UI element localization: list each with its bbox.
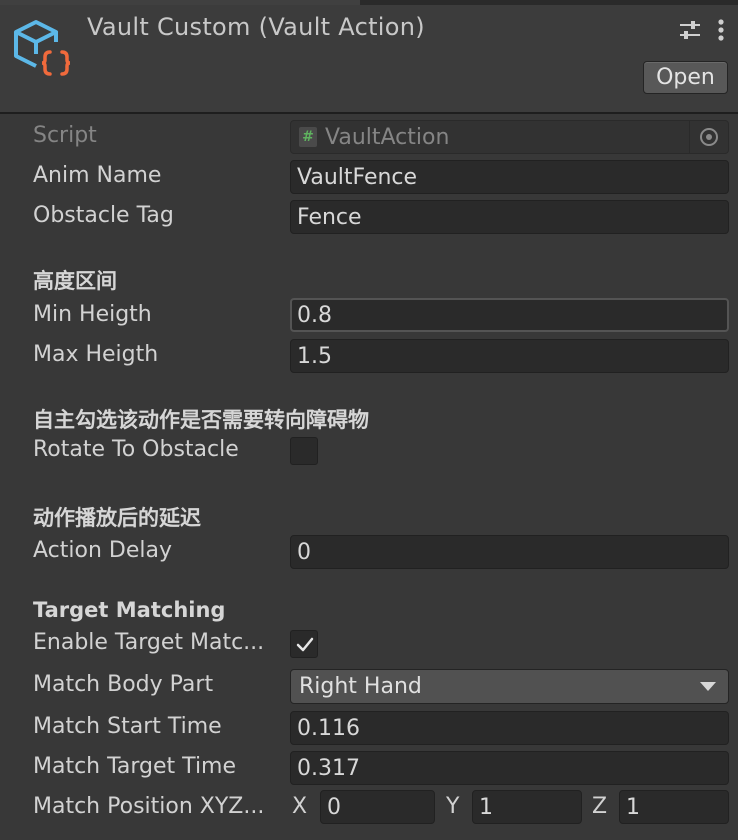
match-start-time-input[interactable]: 0.116 bbox=[290, 711, 729, 745]
max-height-input[interactable]: 1.5 bbox=[290, 339, 729, 373]
position-z-label[interactable]: Z bbox=[592, 794, 607, 819]
kebab-menu-icon[interactable] bbox=[714, 18, 728, 42]
position-y-label[interactable]: Y bbox=[446, 794, 459, 819]
enable-target-matching-checkbox[interactable] bbox=[290, 630, 318, 658]
rotate-to-obstacle-checkbox[interactable] bbox=[290, 437, 318, 465]
open-script-button[interactable]: Open bbox=[643, 61, 728, 94]
match-body-part-value: Right Hand bbox=[299, 674, 422, 699]
position-x-input[interactable]: 0 bbox=[320, 790, 435, 824]
obstacle-tag-input[interactable]: Fence bbox=[290, 200, 729, 234]
position-y-input[interactable]: 1 bbox=[472, 790, 582, 824]
min-height-label: Min Heigth bbox=[33, 302, 152, 327]
max-height-label: Max Heigth bbox=[33, 342, 159, 367]
script-value: VaultAction bbox=[325, 124, 450, 150]
position-x-label[interactable]: X bbox=[292, 794, 307, 819]
object-picker-icon[interactable] bbox=[689, 121, 728, 153]
checkmark-icon bbox=[296, 637, 314, 652]
csharp-script-icon: # bbox=[299, 127, 317, 147]
enable-target-matching-label: Enable Target Matc... bbox=[33, 630, 265, 655]
script-object-field[interactable]: # VaultAction bbox=[290, 120, 729, 154]
action-delay-section-header: 动作播放后的延迟 bbox=[33, 506, 201, 530]
rotate-section-header: 自主勾选该动作是否需要转向障碍物 bbox=[33, 408, 369, 432]
obstacle-tag-label: Obstacle Tag bbox=[33, 203, 174, 228]
action-delay-label: Action Delay bbox=[33, 538, 172, 563]
target-matching-header: Target Matching bbox=[33, 598, 226, 622]
match-target-time-input[interactable]: 0.317 bbox=[290, 751, 729, 785]
height-range-header: 高度区间 bbox=[33, 269, 117, 293]
match-body-part-dropdown[interactable]: Right Hand bbox=[290, 669, 729, 704]
rotate-to-obstacle-label: Rotate To Obstacle bbox=[33, 437, 239, 462]
min-height-input[interactable]: 0.8 bbox=[290, 298, 729, 332]
action-delay-input[interactable]: 0 bbox=[290, 535, 729, 569]
position-z-input[interactable]: 1 bbox=[619, 790, 729, 824]
match-position-label: Match Position XYZ... bbox=[33, 794, 265, 819]
match-body-part-label: Match Body Part bbox=[33, 672, 214, 697]
inspector-component-header: Vault Custom (Vault Action) Open bbox=[0, 0, 738, 114]
chevron-down-icon bbox=[700, 682, 716, 691]
match-target-time-label: Match Target Time bbox=[33, 754, 237, 779]
script-component-icon bbox=[14, 20, 71, 76]
component-title: Vault Custom (Vault Action) bbox=[87, 13, 425, 41]
anim-name-label: Anim Name bbox=[33, 163, 162, 188]
presets-icon[interactable] bbox=[678, 18, 702, 42]
anim-name-input[interactable]: VaultFence bbox=[290, 160, 729, 194]
script-label: Script bbox=[33, 123, 97, 148]
match-start-time-label: Match Start Time bbox=[33, 714, 222, 739]
header-top-strip bbox=[0, 0, 738, 5]
